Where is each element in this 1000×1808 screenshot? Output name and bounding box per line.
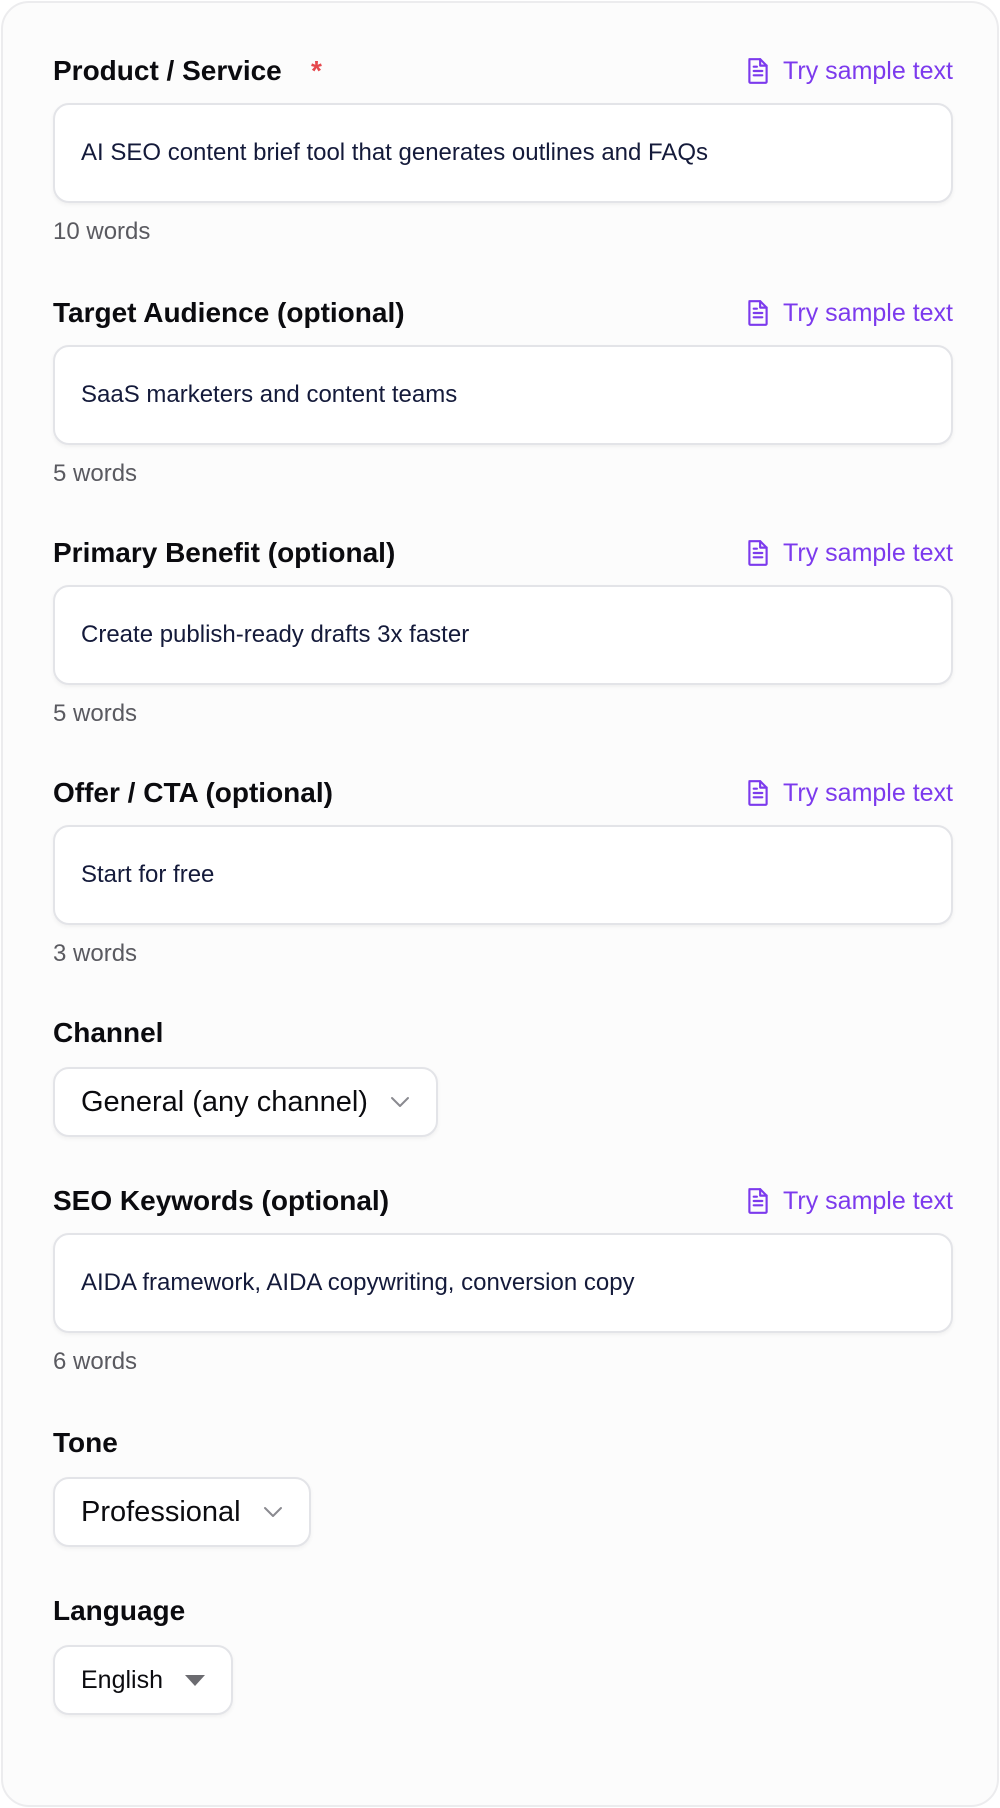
keywords-input[interactable]: AIDA framework, AIDA copywriting, conver…: [53, 1233, 953, 1333]
keywords-word-count: 6 words: [53, 1348, 138, 1375]
channel-select[interactable]: General (any channel): [53, 1067, 438, 1137]
try-sample-text-link[interactable]: Try sample text: [745, 293, 953, 333]
document-icon: [745, 57, 771, 85]
offer-word-count: 3 words: [53, 940, 138, 967]
audience-word-count: 5 words: [53, 460, 138, 487]
offer-label: Offer / CTA (optional): [53, 777, 333, 808]
required-asterisk: *: [311, 55, 322, 86]
language-selected-value: English: [81, 1665, 163, 1694]
channel-field: Channel General (any channel): [53, 1013, 953, 1137]
chevron-down-icon: [241, 1506, 283, 1518]
channel-label: Channel: [53, 1017, 164, 1048]
form-card: Product / Service * Try sample text AI S…: [1, 1, 999, 1807]
benefit-field: Primary Benefit (optional) Try sample te…: [53, 533, 953, 729]
keywords-input-value: AIDA framework, AIDA copywriting, conver…: [81, 1269, 635, 1296]
keywords-label: SEO Keywords (optional): [53, 1185, 390, 1216]
keywords-field: SEO Keywords (optional) Try sample text …: [53, 1181, 953, 1377]
language-field: Language English: [53, 1591, 953, 1715]
product-input[interactable]: AI SEO content brief tool that generates…: [53, 103, 953, 203]
try-sample-text-label: Try sample text: [783, 57, 953, 85]
document-icon: [745, 299, 771, 327]
benefit-word-count: 5 words: [53, 700, 138, 727]
language-select[interactable]: English: [53, 1645, 233, 1715]
channel-selected-value: General (any channel): [81, 1085, 368, 1118]
product-field: Product / Service * Try sample text AI S…: [53, 51, 953, 247]
offer-input[interactable]: Start for free: [53, 825, 953, 925]
try-sample-text-link[interactable]: Try sample text: [745, 1181, 953, 1221]
document-icon: [745, 1187, 771, 1215]
audience-label: Target Audience (optional): [53, 297, 405, 328]
chevron-down-icon: [368, 1096, 410, 1108]
try-sample-text-label: Try sample text: [783, 539, 953, 567]
benefit-label: Primary Benefit (optional): [53, 537, 396, 568]
try-sample-text-link[interactable]: Try sample text: [745, 533, 953, 573]
document-icon: [745, 779, 771, 807]
benefit-input[interactable]: Create publish-ready drafts 3x faster: [53, 585, 953, 685]
audience-input[interactable]: SaaS marketers and content teams: [53, 345, 953, 445]
try-sample-text-label: Try sample text: [783, 779, 953, 807]
try-sample-text-label: Try sample text: [783, 299, 953, 327]
tone-label: Tone: [53, 1427, 118, 1458]
product-word-count: 10 words: [53, 218, 151, 245]
try-sample-text-link[interactable]: Try sample text: [745, 51, 953, 91]
offer-field: Offer / CTA (optional) Try sample text S…: [53, 773, 953, 969]
benefit-input-value: Create publish-ready drafts 3x faster: [81, 621, 470, 648]
language-label: Language: [53, 1595, 186, 1626]
product-label: Product / Service: [53, 55, 282, 86]
product-input-value: AI SEO content brief tool that generates…: [81, 139, 709, 166]
caret-down-icon: [163, 1674, 205, 1686]
audience-input-value: SaaS marketers and content teams: [81, 381, 458, 408]
tone-selected-value: Professional: [81, 1495, 241, 1528]
tone-field: Tone Professional: [53, 1423, 953, 1547]
try-sample-text-label: Try sample text: [783, 1187, 953, 1215]
offer-input-value: Start for free: [81, 861, 215, 888]
document-icon: [745, 539, 771, 567]
tone-select[interactable]: Professional: [53, 1477, 311, 1547]
audience-field: Target Audience (optional) Try sample te…: [53, 293, 953, 489]
try-sample-text-link[interactable]: Try sample text: [745, 773, 953, 813]
